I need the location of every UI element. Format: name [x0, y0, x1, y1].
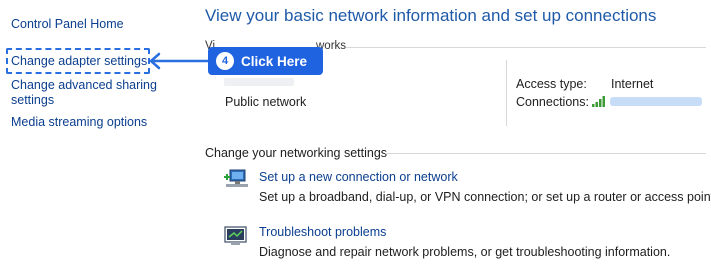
wifi-signal-icon: [592, 96, 605, 107]
pointer-arrow-icon: [149, 52, 208, 70]
troubleshoot-description: Diagnose and repair network problems, or…: [259, 245, 671, 259]
setup-connection-link[interactable]: Set up a new connection or network: [259, 170, 458, 184]
network-name-obscured: [224, 78, 294, 86]
change-settings-heading: Change your networking settings: [205, 146, 388, 160]
connections-label: Connections:: [516, 95, 589, 109]
troubleshoot-icon: [224, 226, 247, 245]
page-title: View your basic network information and …: [205, 6, 657, 25]
network-setup-icon: [224, 169, 248, 187]
change-advanced-sharing-line1: Change advanced sharing: [11, 78, 157, 92]
change-advanced-sharing-link[interactable]: Change advanced sharing settings: [11, 78, 157, 108]
control-panel-home-link[interactable]: Control Panel Home: [11, 17, 124, 32]
click-here-callout: 4 Click Here: [208, 47, 323, 75]
change-adapter-settings-link[interactable]: Change adapter settings: [11, 54, 147, 69]
access-type-value: Internet: [611, 77, 654, 91]
network-type: Public network: [225, 95, 307, 109]
change-advanced-sharing-line2: settings: [11, 93, 55, 107]
setup-connection-description: Set up a broadband, dial-up, or VPN conn…: [259, 190, 711, 204]
access-type-label: Access type:: [516, 77, 587, 91]
media-streaming-options-link[interactable]: Media streaming options: [11, 115, 147, 130]
change-settings-divider: [385, 153, 706, 154]
network-info-divider: [506, 60, 507, 126]
step-badge: 4: [216, 52, 234, 70]
active-networks-divider: [346, 47, 706, 48]
click-here-label: Click Here: [241, 53, 308, 69]
connection-name-obscured[interactable]: [610, 97, 702, 106]
troubleshoot-problems-link[interactable]: Troubleshoot problems: [259, 225, 386, 239]
